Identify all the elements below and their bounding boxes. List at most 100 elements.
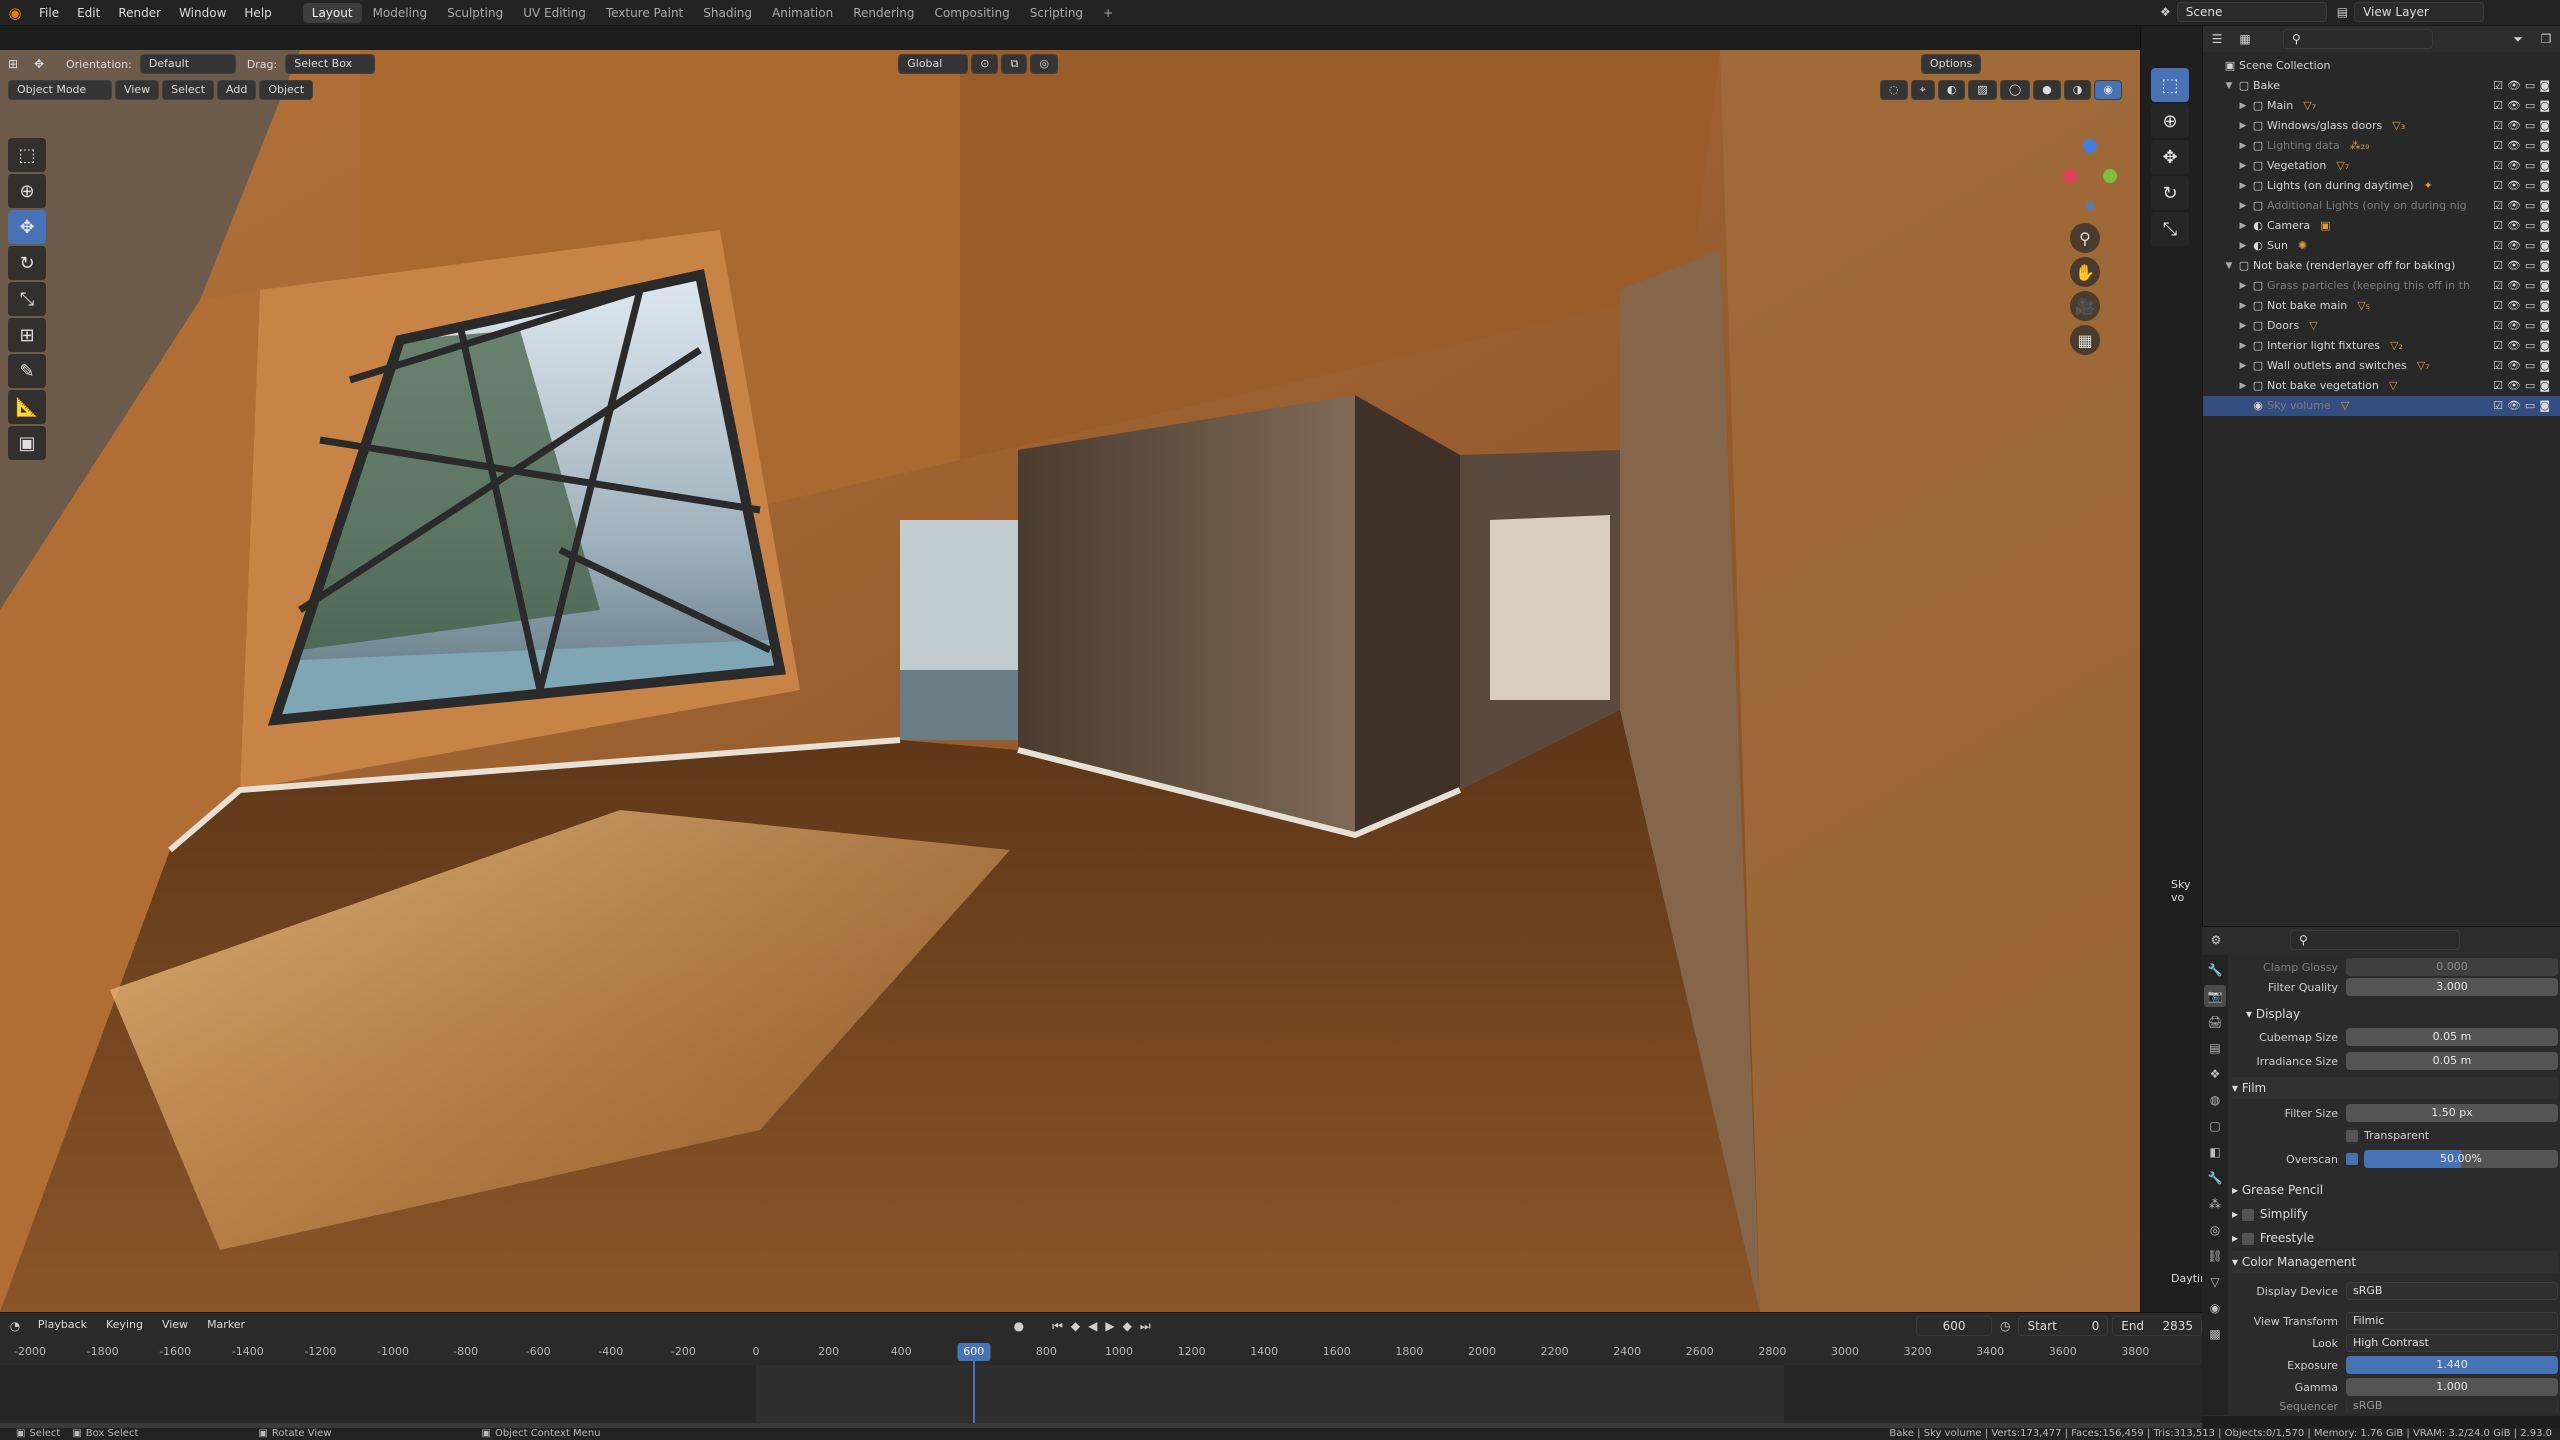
measure-tool-icon[interactable]: 📐	[8, 390, 46, 424]
prev-key-icon[interactable]: ◆	[1071, 1319, 1080, 1333]
menu-window[interactable]: Window	[170, 0, 235, 26]
tab-sculpting[interactable]: Sculpting	[438, 3, 512, 23]
grease-pencil-section-header[interactable]: ▸ Grease Pencil	[2232, 1179, 2558, 1201]
menu-file[interactable]: File	[30, 0, 68, 26]
view-layer-field[interactable]: View Layer	[2354, 2, 2485, 22]
tab-rendering[interactable]: Rendering	[844, 3, 923, 23]
visibility-toggles-icon[interactable]: ☑👁▭◙	[2493, 136, 2554, 156]
menu-add[interactable]: Add	[217, 80, 257, 100]
expand-arrow-icon[interactable]: ▼	[2223, 76, 2235, 96]
end-frame-field[interactable]: End 2835	[2112, 1316, 2202, 1336]
rotate-tool-icon[interactable]: ↻	[8, 246, 46, 280]
visibility-toggles-icon[interactable]: ☑👁▭◙	[2493, 396, 2554, 416]
outliner-row[interactable]: ▶ ▢ Vegetation ▽₇ ☑👁▭◙	[2203, 156, 2560, 176]
constraints-tab-icon[interactable]: ⛓	[2204, 1245, 2226, 1267]
irradiance-field[interactable]: 0.05 m	[2346, 1052, 2558, 1070]
data-tab-icon[interactable]: ▽	[2204, 1271, 2226, 1293]
orientation-dropdown[interactable]: Default	[139, 54, 236, 74]
expand-arrow-icon[interactable]: ▶	[2237, 96, 2249, 116]
transparent-checkbox[interactable]: Transparent	[2346, 1129, 2429, 1142]
freestyle-checkbox[interactable]	[2241, 1232, 2254, 1245]
outliner-row[interactable]: ▶ ▢ Additional Lights (only on during nig ☑…	[2203, 196, 2560, 216]
menu-render[interactable]: Render	[109, 0, 170, 26]
outliner-row[interactable]: ▶ ▢ Lighting data ⁂₂₉ ☑👁▭◙	[2203, 136, 2560, 156]
blender-logo-icon[interactable]: ◉	[0, 4, 30, 22]
outliner-row[interactable]: ▶ ▢ Interior light fixtures ▽₂ ☑👁▭◙	[2203, 336, 2560, 356]
tab-layout[interactable]: Layout	[302, 2, 362, 23]
visibility-toggles-icon[interactable]: ☑👁▭◙	[2493, 376, 2554, 396]
cubemap-field[interactable]: 0.05 m	[2346, 1028, 2558, 1046]
exposure-slider[interactable]: 1.440	[2346, 1356, 2558, 1374]
outliner-row[interactable]: ▼ ▢ Bake ☑👁▭◙	[2203, 76, 2560, 96]
expand-arrow-icon[interactable]: ▶	[2237, 376, 2249, 396]
rotate-icon[interactable]: ↻	[2151, 176, 2189, 210]
playhead-label[interactable]: 600	[957, 1343, 991, 1361]
outliner-row[interactable]: ▶ ▢ Wall outlets and switches ▽₇ ☑👁▭◙	[2203, 356, 2560, 376]
select-tool-icon[interactable]: ⬚	[2151, 68, 2189, 102]
gizmo-icon[interactable]: ⌖	[1910, 80, 1935, 100]
next-key-icon[interactable]: ◆	[1123, 1319, 1132, 1333]
outliner-row[interactable]: ▶ ▢ Not bake vegetation ▽ ☑👁▭◙	[2203, 376, 2560, 396]
tab-animation[interactable]: Animation	[763, 3, 842, 23]
visibility-toggles-icon[interactable]: ☑👁▭◙	[2493, 116, 2554, 136]
transform-tool-icon[interactable]: ✥	[34, 57, 58, 71]
properties-editor-icon[interactable]: ⚙	[2202, 933, 2230, 947]
outliner-row[interactable]: ▶ ▢ Main ▽₇ ☑👁▭◙	[2203, 96, 2560, 116]
3d-viewport[interactable]: ⊞ ✥ Orientation: Default Drag: Select Bo…	[0, 50, 2140, 1312]
play-icon[interactable]: ▶	[1105, 1319, 1114, 1333]
object-mode-dropdown[interactable]: Object Mode	[8, 80, 112, 100]
visibility-toggles-icon[interactable]: ☑👁▭◙	[2493, 76, 2554, 96]
current-frame-field[interactable]: 600	[1916, 1316, 1992, 1336]
zoom-icon[interactable]: ⚲	[2070, 223, 2100, 253]
film-section-header[interactable]: ▾ Film	[2232, 1077, 2558, 1099]
transform-orientation-dropdown[interactable]: Global	[898, 54, 969, 74]
move-tool-icon[interactable]: ✥	[8, 210, 46, 244]
visibility-toggles-icon[interactable]: ☑👁▭◙	[2493, 256, 2554, 276]
scale-tool-icon[interactable]: ⤡	[8, 282, 46, 316]
material-shading-icon[interactable]: ◑	[2063, 80, 2092, 100]
material-tab-icon[interactable]: ◉	[2204, 1297, 2226, 1319]
simplify-checkbox[interactable]	[2241, 1208, 2254, 1221]
keying-menu[interactable]: Keying	[98, 1316, 151, 1336]
editor-type-icon[interactable]: ⊞	[8, 57, 34, 71]
tab-texture-paint[interactable]: Texture Paint	[597, 3, 692, 23]
expand-arrow-icon[interactable]: ▶	[2237, 116, 2249, 136]
pan-hand-icon[interactable]: ✋	[2070, 257, 2100, 287]
gamma-slider[interactable]: 1.000	[2346, 1378, 2558, 1396]
menu-object[interactable]: Object	[259, 80, 314, 100]
jump-end-icon[interactable]: ⏭	[1140, 1319, 1151, 1334]
outliner-row[interactable]: ▼ ▢ Not bake (renderlayer off for baking) ☑…	[2203, 256, 2560, 276]
timeline-track-area[interactable]	[0, 1365, 2202, 1423]
modifier-tab-icon[interactable]: 🔧	[2204, 1167, 2226, 1189]
tab-uv-editing[interactable]: UV Editing	[514, 3, 595, 23]
proportional-edit-icon[interactable]: ◎	[1030, 54, 1058, 74]
menu-view[interactable]: View	[115, 80, 160, 100]
visibility-icon[interactable]: ◌	[1880, 80, 1908, 100]
outliner-row[interactable]: ▶ ▢ Grass particles (keeping this off in t…	[2203, 276, 2560, 296]
axis-gizmo-icon[interactable]	[2040, 126, 2130, 216]
drag-dropdown[interactable]: Select Box	[285, 54, 376, 74]
pivot-point-icon[interactable]: ⊙	[971, 54, 999, 74]
display-section-header[interactable]: ▾ Display	[2232, 1003, 2558, 1025]
jump-start-icon[interactable]: ⏮	[1052, 1319, 1063, 1334]
outliner-row[interactable]: ▶ ▢ Lights (on during daytime) ✦ ☑👁▭◙	[2203, 176, 2560, 196]
visibility-toggles-icon[interactable]: ☑👁▭◙	[2493, 96, 2554, 116]
physics-tab-icon[interactable]: ◎	[2204, 1219, 2226, 1241]
tool-tab-icon[interactable]: 🔧	[2204, 959, 2226, 981]
visibility-toggles-icon[interactable]: ☑👁▭◙	[2493, 216, 2554, 236]
scene-tab-icon[interactable]: ❖	[2204, 1063, 2226, 1085]
outliner-row[interactable]: ▶ ▢ Not bake main ▽₅ ☑👁▭◙	[2203, 296, 2560, 316]
expand-arrow-icon[interactable]: ▶	[2237, 336, 2249, 356]
menu-edit[interactable]: Edit	[68, 0, 109, 26]
expand-arrow-icon[interactable]: ▶	[2237, 236, 2249, 256]
outliner-search-input[interactable]: ⚲	[2283, 29, 2433, 49]
menu-help[interactable]: Help	[235, 0, 280, 26]
ortho-grid-icon[interactable]: ▦	[2070, 325, 2100, 355]
visibility-toggles-icon[interactable]: ☑👁▭◙	[2493, 236, 2554, 256]
expand-arrow-icon[interactable]: ▶	[2237, 196, 2249, 216]
solid-shading-icon[interactable]: ●	[2033, 80, 2061, 100]
outliner-row[interactable]: ▣ Scene Collection	[2203, 56, 2560, 76]
timeline-ruler[interactable]: -2000 -1800 -1600 -1400 -1200 -1000 -800 -600 -4…	[0, 1345, 2202, 1365]
camera-view-icon[interactable]: 🎥	[2070, 291, 2100, 321]
scene-field[interactable]: Scene	[2176, 2, 2327, 22]
